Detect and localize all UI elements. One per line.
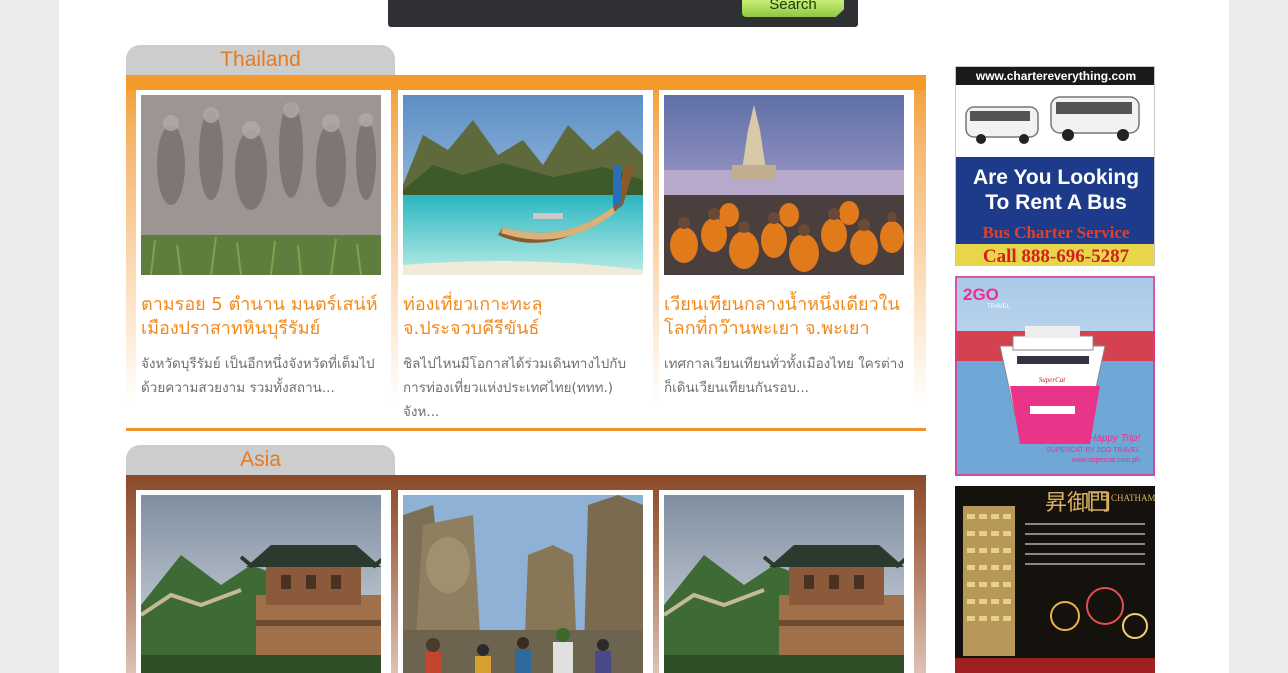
section-panel: ตามรอย 5 ตำนาน มนตร์เสน่ห์เมืองปราสาทหิน… bbox=[126, 75, 926, 431]
section-panel bbox=[126, 475, 926, 673]
ad-ferry-url: www.supercat.com.ph bbox=[1071, 457, 1141, 464]
article-thumbnail-relief[interactable] bbox=[141, 95, 381, 275]
article-thumbnail-great-wall[interactable] bbox=[664, 495, 904, 673]
article-thumbnail-great-wall[interactable] bbox=[141, 495, 381, 673]
article-card[interactable] bbox=[659, 490, 914, 673]
article-thumbnail-bayon[interactable] bbox=[403, 495, 643, 673]
article-thumbnail-monks[interactable] bbox=[664, 95, 904, 275]
section-tab-asia[interactable]: Asia bbox=[126, 445, 395, 477]
article-title[interactable]: ตามรอย 5 ตำนาน มนตร์เสน่ห์เมืองปราสาทหิน… bbox=[141, 293, 386, 341]
section-tab-thailand[interactable]: Thailand bbox=[126, 45, 395, 77]
ad-hotel-name-en: CHATHAM GATE bbox=[1111, 493, 1155, 503]
ad-ferry-supercat[interactable]: 2GO TRAVEL SuperCat Happy Trip! SUPERCAT… bbox=[955, 276, 1155, 476]
ad-chatham-gate[interactable]: 昇御門 CHATHAM GATE bbox=[955, 486, 1155, 673]
ad-bus-url: www.chartereverything.com bbox=[975, 69, 1136, 83]
article-excerpt: ชิลไปไหนมีโอกาสได้ร่วมเดินทางไปกับการท่อ… bbox=[403, 356, 627, 420]
svg-text:To Rent A Bus: To Rent A Bus bbox=[985, 191, 1127, 214]
ad-bus-charter[interactable]: www.chartereverything.com Are You Lookin… bbox=[955, 66, 1155, 266]
ad-ferry-brand: 2GO bbox=[963, 285, 999, 304]
article-excerpt: จังหวัดบุรีรัมย์ เป็นอีกหนึ่งจังหวัดที่เ… bbox=[141, 356, 375, 396]
ad-ferry-line2: SUPERCAT BY 2GO TRAVEL bbox=[1046, 447, 1140, 454]
search-bar: Search bbox=[388, 0, 858, 27]
article-excerpt: เทศกาลเวียนเทียนทั่วทั้งเมืองไทย ใครต่าง… bbox=[664, 356, 904, 396]
article-card[interactable] bbox=[398, 490, 653, 673]
article-card[interactable]: ตามรอย 5 ตำนาน มนตร์เสน่ห์เมืองปราสาทหิน… bbox=[136, 90, 391, 413]
ad-hotel-name-cn: 昇御門 bbox=[1045, 491, 1111, 516]
ad-bus-phone: Call 888-696-5287 bbox=[983, 246, 1130, 266]
article-thumbnail-beach[interactable] bbox=[403, 95, 643, 275]
ad-ferry-brand-sub: TRAVEL bbox=[987, 304, 1011, 310]
svg-text:Are You Looking: Are You Looking bbox=[973, 166, 1139, 189]
ad-ferry-tagline: Happy Trip! bbox=[1089, 433, 1140, 444]
search-button[interactable]: Search bbox=[742, 0, 844, 17]
ad-bus-service: Bus Charter Service bbox=[983, 223, 1130, 242]
article-card[interactable] bbox=[136, 490, 391, 673]
building-icon bbox=[963, 506, 1015, 656]
article-title[interactable]: ท่องเที่ยวเกาะทะลุ จ.ประจวบคีรีขันธ์ bbox=[403, 293, 648, 341]
article-card[interactable]: ท่องเที่ยวเกาะทะลุ จ.ประจวบคีรีขันธ์ ชิล… bbox=[398, 90, 653, 420]
article-card[interactable]: เวียนเทียนกลางน้ำหนึ่งเดียวในโลกที่กว๊าน… bbox=[659, 90, 914, 413]
article-title[interactable]: เวียนเทียนกลางน้ำหนึ่งเดียวในโลกที่กว๊าน… bbox=[664, 293, 909, 341]
ad-ferry-ship: SuperCat bbox=[1039, 376, 1067, 384]
